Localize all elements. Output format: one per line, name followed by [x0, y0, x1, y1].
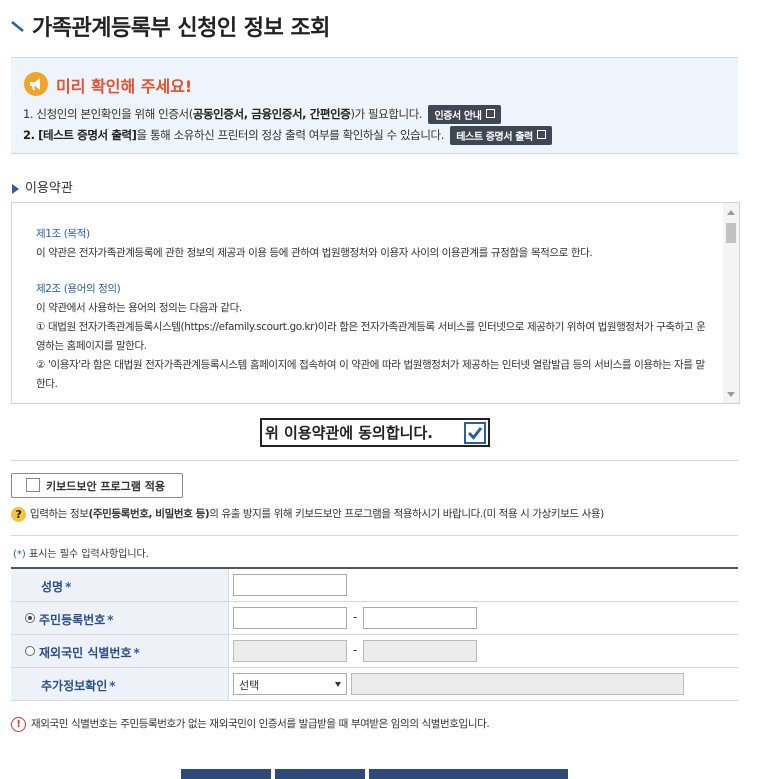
- article-1-body: 이 약관은 전자가족관계등록에 관한 정보의 제공과 이용 등에 관하여 법원행…: [36, 247, 593, 259]
- required-star: *: [107, 613, 114, 627]
- form-row-extra: 추가정보확인 * 선택: [11, 668, 738, 701]
- article-1-title: 제1조 (목적): [36, 228, 90, 240]
- resident-radio[interactable]: [25, 613, 35, 623]
- external-link-icon: [536, 130, 546, 139]
- scroll-down-icon[interactable]: [727, 392, 735, 397]
- test-print-label: 테스트 증명서 출력: [456, 132, 533, 143]
- required-star: *: [133, 646, 140, 660]
- article-2-item-2: ② '이용자'라 함은 대법원 전자가족관계등록시스템 홈페이지에 접속하여 이…: [36, 359, 705, 390]
- form-head-foreigner: 재외국민 식별번호 *: [11, 635, 229, 667]
- form-row-foreigner: 재외국민 식별번호 * -: [11, 635, 738, 668]
- warning-text: 재외국민 식별번호는 주민등록번호가 없는 재외국민이 인증서를 발급받을 때 …: [31, 718, 490, 730]
- notice-line-2-suffix: 을 통해 소유하신 프린터의 정상 출력 여부를 확인하실 수 있습니다.: [136, 128, 445, 142]
- bottom-button-2[interactable]: [275, 769, 365, 779]
- required-note-star: (*): [13, 549, 26, 560]
- terms-scroll-box[interactable]: 제1조 (목적) 이 약관은 전자가족관계등록에 관한 정보의 제공과 이용 등…: [11, 202, 740, 404]
- extra-label: 추가정보확인 *: [41, 677, 116, 694]
- diagonal-mark-icon: [11, 21, 24, 32]
- name-label: 성명 *: [41, 578, 71, 595]
- resident-label: 주민등록번호 *: [39, 611, 114, 628]
- dash: -: [353, 643, 358, 657]
- notice-line-2: 2. [테스트 증명서 출력]을 통해 소유하신 프린터의 정상 출력 여부를 …: [23, 126, 552, 145]
- notice-line-1-bold: 공동인증서, 금융인증서, 간편인증: [192, 107, 351, 121]
- page-title: 가족관계등록부 신청인 정보 조회: [32, 16, 330, 41]
- help-suffix: 의 유출 방지를 위해 키보드보안 프로그램을 적용하시기 바랍니다.(미 적용…: [209, 508, 604, 520]
- resident-label-text: 주민등록번호: [39, 613, 106, 627]
- notice-line-1-prefix: 1. 신청인의 본인확인을 위해 인증서(: [23, 107, 193, 121]
- foreigner-number-front-input[interactable]: [233, 640, 347, 662]
- required-star: *: [109, 679, 116, 693]
- test-print-button[interactable]: 테스트 증명서 출력: [450, 126, 552, 145]
- extra-info-input[interactable]: [351, 673, 684, 695]
- article-2-title: 제2조 (용어의 정의): [36, 283, 121, 295]
- resident-number-back-input[interactable]: [363, 607, 477, 629]
- terms-content: 제1조 (목적) 이 약관은 전자가족관계등록에 관한 정보의 제공과 이용 등…: [36, 225, 711, 394]
- scroll-thumb[interactable]: [726, 223, 736, 243]
- applicant-form: 성명 * 주민등록번호 * - 재외국민 식별번호 * - 추가정보확인 * 선택: [11, 567, 738, 703]
- terms-scrollbar[interactable]: [723, 203, 739, 403]
- exclamation-icon: !: [11, 716, 26, 732]
- required-note-text: 표시는 필수 입력사항입니다.: [25, 549, 149, 560]
- foreigner-radio[interactable]: [25, 646, 35, 656]
- extra-info-select-value: 선택: [239, 679, 260, 692]
- extra-label-text: 추가정보확인: [41, 679, 108, 693]
- dash: -: [353, 610, 358, 624]
- form-head-resident: 주민등록번호 *: [11, 602, 229, 634]
- article-2-item-1: ① 대법원 전자가족관계등록시스템(https://efamily.scourt…: [36, 321, 706, 352]
- required-star: *: [65, 580, 72, 594]
- chevron-down-icon: [335, 682, 341, 687]
- scroll-up-icon[interactable]: [727, 210, 735, 215]
- notice-line-1-suffix: )가 필요합니다.: [350, 107, 423, 121]
- extra-info-select[interactable]: 선택: [233, 673, 347, 695]
- terms-agree-checkbox[interactable]: 위 이용약관에 동의합니다.: [260, 418, 490, 447]
- external-link-icon: [485, 109, 495, 118]
- certificate-guide-button[interactable]: 인증서 안내: [428, 105, 501, 124]
- foreigner-id-warning: ! 재외국민 식별번호는 주민등록번호가 없는 재외국민이 인증서를 발급받을 때…: [11, 716, 490, 732]
- notice-box: 미리 확인해 주세요! 1. 신청인의 본인확인을 위해 인증서(공동인증서, …: [11, 57, 738, 154]
- terms-agree-label: 위 이용약관에 동의합니다.: [265, 424, 433, 442]
- resident-number-front-input[interactable]: [233, 607, 347, 629]
- name-label-text: 성명: [41, 580, 64, 594]
- help-prefix: 입력하는 정보: [30, 508, 89, 520]
- form-row-name: 성명 *: [11, 569, 738, 602]
- terms-heading: 이용약관: [12, 177, 73, 196]
- terms-heading-label: 이용약관: [25, 181, 73, 196]
- keyboard-security-label: 키보드보안 프로그램 적용: [46, 480, 165, 493]
- name-input[interactable]: [233, 574, 347, 596]
- certificate-guide-label: 인증서 안내: [434, 111, 482, 122]
- keyboard-security-checkbox[interactable]: [26, 478, 40, 492]
- page-header: 가족관계등록부 신청인 정보 조회: [10, 8, 740, 44]
- foreigner-label-text: 재외국민 식별번호: [39, 646, 132, 660]
- divider: [11, 535, 738, 536]
- form-head-name: 성명 *: [11, 569, 229, 601]
- notice-heading: 미리 확인해 주세요!: [56, 77, 193, 96]
- triangle-bullet-icon: [12, 183, 19, 194]
- bottom-button-1[interactable]: [181, 769, 271, 779]
- form-head-extra: 추가정보확인 *: [11, 668, 229, 700]
- foreigner-number-back-input[interactable]: [363, 640, 477, 662]
- megaphone-icon: [24, 72, 48, 96]
- keyboard-help-text: ? 입력하는 정보(주민등록번호, 비밀번호 등)의 유출 방지를 위해 키보드보…: [11, 506, 604, 522]
- foreigner-label: 재외국민 식별번호 *: [39, 644, 140, 661]
- divider: [11, 460, 738, 461]
- help-bold: (주민등록번호, 비밀번호 등): [88, 508, 210, 520]
- required-note: (*) 표시는 필수 입력사항입니다.: [13, 545, 149, 560]
- notice-line-1: 1. 신청인의 본인확인을 위해 인증서(공동인증서, 금융인증서, 간편인증)…: [23, 105, 501, 124]
- keyboard-security-button[interactable]: 키보드보안 프로그램 적용: [11, 473, 183, 498]
- form-row-resident: 주민등록번호 * -: [11, 602, 738, 635]
- bottom-button-3[interactable]: [369, 769, 568, 779]
- checkbox-checked-icon[interactable]: [464, 422, 486, 444]
- question-icon: ?: [11, 506, 26, 522]
- notice-line-2-bold: 2. [테스트 증명서 출력]: [23, 128, 137, 142]
- article-2-intro: 이 약관에서 사용하는 용어의 정의는 다음과 같다.: [36, 302, 242, 314]
